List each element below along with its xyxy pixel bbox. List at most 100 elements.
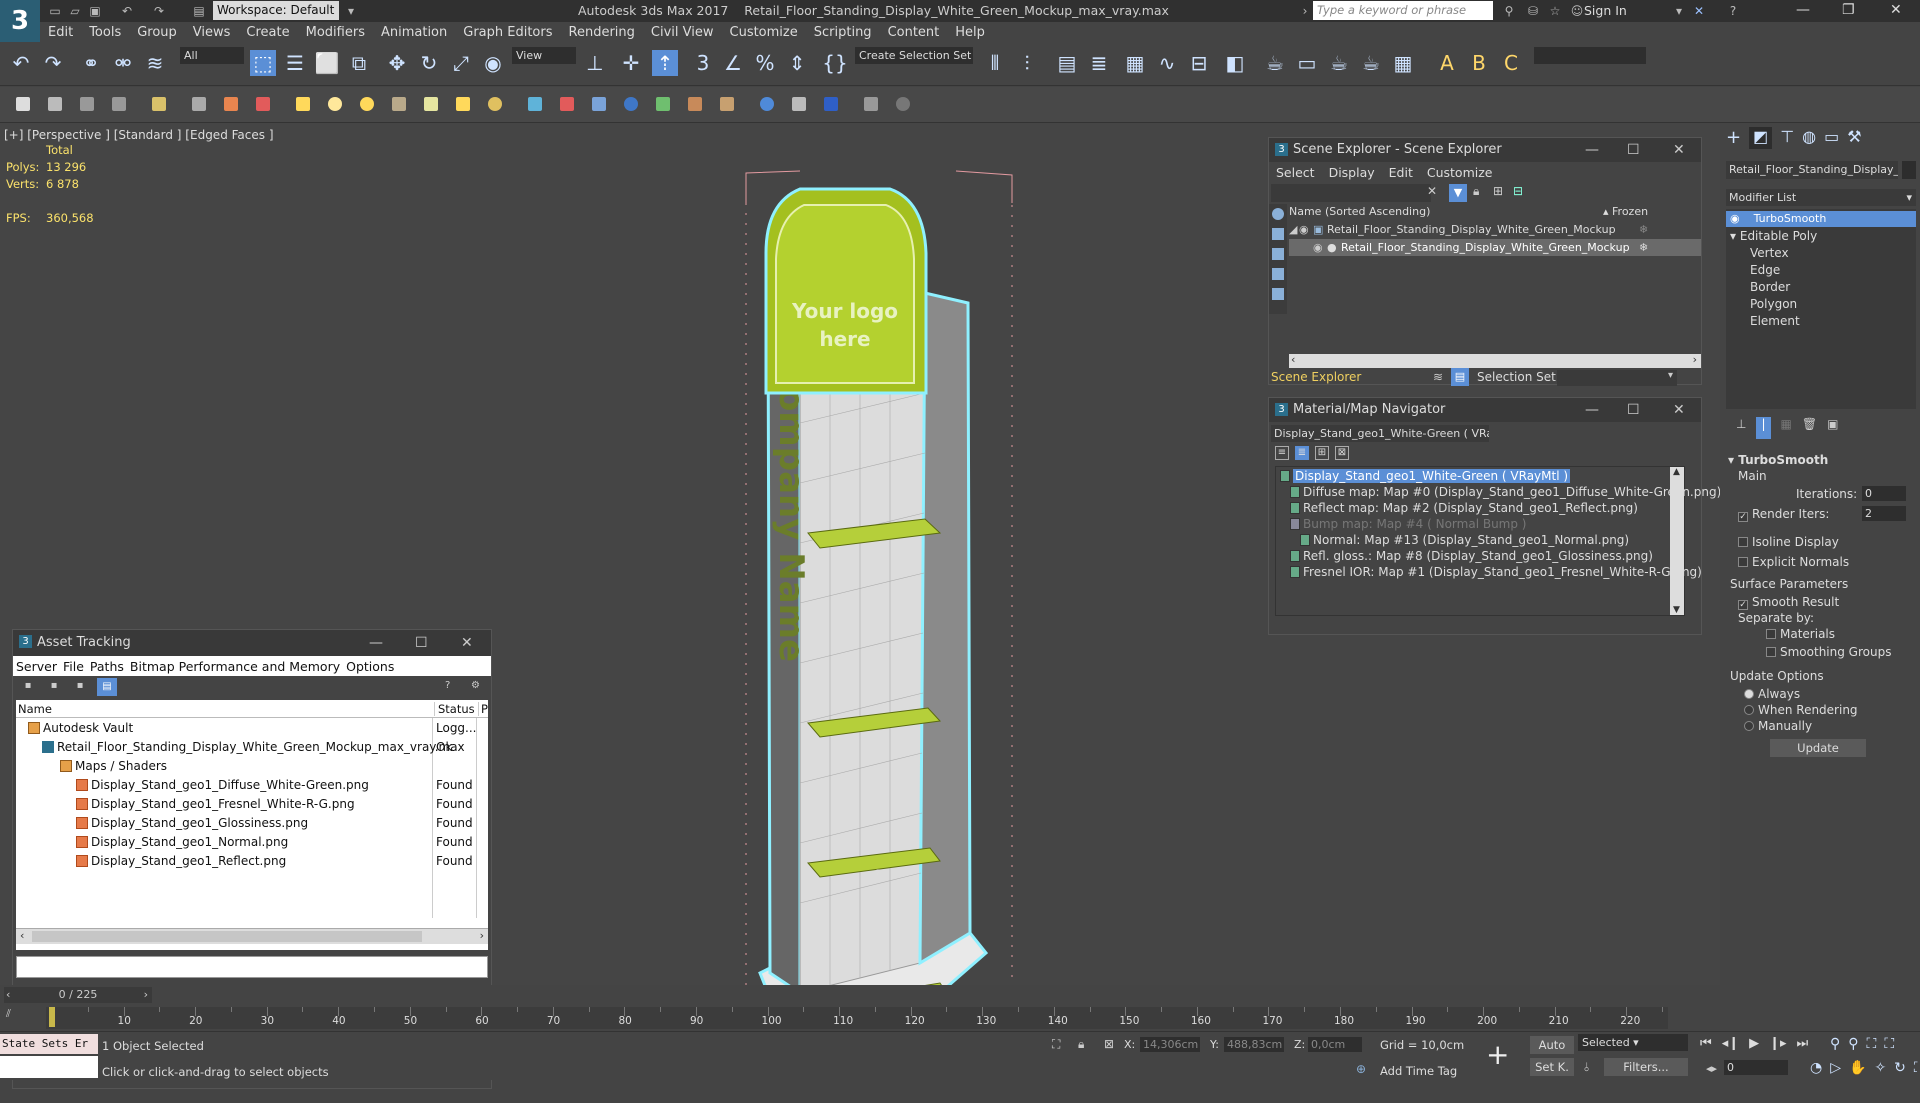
tool-icon-15[interactable]: [488, 97, 502, 111]
smoothing-groups-checkbox[interactable]: Smoothing Groups: [1766, 645, 1891, 659]
maximize-icon[interactable]: ☐: [1627, 138, 1640, 162]
scene-filter-input[interactable]: [1271, 184, 1431, 202]
display-tab-icon[interactable]: ▭: [1824, 127, 1839, 149]
display-light-icon[interactable]: [1272, 248, 1284, 260]
scene-menu-display[interactable]: Display: [1322, 165, 1382, 180]
tool-icon-4[interactable]: [112, 97, 126, 111]
object-mode-icon[interactable]: ▤: [1451, 368, 1469, 386]
menu-animation[interactable]: Animation: [373, 25, 455, 40]
manually-radio[interactable]: Manually: [1744, 719, 1812, 733]
tool-icon-8[interactable]: [256, 97, 270, 111]
maximize-icon[interactable]: ☐: [415, 630, 428, 656]
normal-map-row[interactable]: Normal: Map #13 (Display_Stand_geo1_Norm…: [1300, 533, 1629, 547]
vray-b-icon[interactable]: B: [1466, 50, 1492, 76]
asset-row[interactable]: Display_Stand_geo1_Normal.png: [76, 835, 288, 849]
tool-icon-11[interactable]: [360, 97, 374, 111]
scroll-left-icon[interactable]: ‹: [20, 929, 24, 942]
menu-scripting[interactable]: Scripting: [806, 25, 880, 40]
small-icon-view-icon[interactable]: ⊞: [1315, 446, 1329, 460]
z-coordinate-field[interactable]: 0,0cm: [1308, 1037, 1362, 1052]
tool-icon-10[interactable]: [328, 97, 342, 111]
menu-graph-editors[interactable]: Graph Editors: [455, 25, 560, 40]
display-camera-icon[interactable]: [1272, 268, 1284, 280]
show-end-result-icon[interactable]: |: [1756, 417, 1771, 439]
prev-frame-icon[interactable]: ‹: [6, 987, 10, 1003]
col-status[interactable]: Status: [434, 702, 475, 716]
viewport-label[interactable]: [+] [Perspective ] [Standard ] [Edged Fa…: [4, 128, 274, 142]
menu-rendering[interactable]: Rendering: [561, 25, 643, 40]
scale-icon[interactable]: ⤢: [448, 50, 474, 76]
material-tree-vscrollbar[interactable]: ▲ ▼: [1670, 467, 1684, 615]
asset-settings-icon[interactable]: ⚙: [471, 680, 480, 691]
rotate-icon[interactable]: ↻: [416, 50, 442, 76]
hierarchy-tab-icon[interactable]: ⊤: [1780, 127, 1794, 149]
scroll-right-icon[interactable]: ›: [480, 929, 484, 942]
gloss-map-row[interactable]: Refl. gloss.: Map #8 (Display_Stand_geo1…: [1290, 549, 1653, 563]
open-file-icon[interactable]: ▱: [66, 2, 84, 20]
align-icon[interactable]: ⫶: [1014, 50, 1040, 76]
list-view-icon[interactable]: ≡: [1275, 446, 1289, 460]
unlink-icon[interactable]: ⚮: [110, 50, 136, 76]
link-icon[interactable]: ⚭: [78, 50, 104, 76]
tool-icon-19[interactable]: [624, 97, 638, 111]
tool-icon-12[interactable]: [392, 97, 406, 111]
tool-icon-14[interactable]: [456, 97, 470, 111]
menu-customize[interactable]: Customize: [722, 25, 806, 40]
menu-help[interactable]: Help: [947, 25, 993, 40]
save-icon[interactable]: ▣: [86, 2, 104, 20]
rendered-frame-icon[interactable]: ▭: [1294, 50, 1320, 76]
create-tab-icon[interactable]: +: [1726, 127, 1741, 149]
scroll-thumb[interactable]: [32, 931, 422, 942]
material-root-row[interactable]: Display_Stand_geo1_White-Green ( VRayMtl…: [1280, 469, 1571, 483]
window-crossing-icon[interactable]: ⧉: [346, 50, 372, 76]
search-input[interactable]: Type a keyword or phrase: [1313, 1, 1493, 20]
tool-icon-2[interactable]: [48, 97, 62, 111]
filters-button[interactable]: Filters...: [1604, 1058, 1688, 1076]
visibility-eye-icon[interactable]: ◉: [1299, 223, 1309, 236]
go-to-end-icon[interactable]: ⏭: [1797, 1036, 1809, 1051]
time-config-icon[interactable]: ◔: [1810, 1060, 1822, 1076]
tool-icon-22[interactable]: [720, 97, 734, 111]
curve-editor-icon[interactable]: ∿: [1154, 50, 1180, 76]
explicit-normals-checkbox[interactable]: Explicit Normals: [1738, 555, 1849, 569]
set-key-button[interactable]: Set K.: [1530, 1058, 1574, 1076]
asset-path-field[interactable]: [16, 956, 488, 978]
tool-icon-20[interactable]: [656, 97, 670, 111]
add-time-tag-button[interactable]: Add Time Tag: [1380, 1064, 1457, 1078]
asset-tool-icon-4[interactable]: ▤: [97, 678, 117, 696]
modifier-list-dropdown[interactable]: Modifier List ▾: [1726, 189, 1916, 206]
object-color-swatch[interactable]: [1902, 161, 1916, 179]
asset-tool-icon-3[interactable]: ▪: [73, 680, 87, 694]
undo-icon[interactable]: ↶: [8, 50, 34, 76]
minimize-icon[interactable]: —: [369, 630, 383, 656]
help-icon[interactable]: ?: [1724, 2, 1742, 20]
display-stand-model[interactable]: Company Name Your logo here z: [740, 163, 1030, 1103]
object-name-field[interactable]: Retail_Floor_Standing_Display_Whi: [1726, 161, 1898, 179]
tool-icon-26[interactable]: [864, 97, 878, 111]
reference-coordinate-dropdown[interactable]: View: [512, 47, 576, 64]
subscription-icon[interactable]: ⛁: [1524, 2, 1542, 20]
layers-icon[interactable]: ≋: [1433, 370, 1443, 384]
asset-help-icon[interactable]: ?: [445, 680, 450, 691]
fresnel-map-row[interactable]: Fresnel IOR: Map #1 (Display_Stand_geo1_…: [1290, 565, 1702, 579]
large-icon-view-icon[interactable]: ⊠: [1335, 446, 1349, 460]
smooth-result-checkbox[interactable]: ✓ Smooth Result: [1738, 595, 1839, 610]
stack-polygon[interactable]: Polygon: [1750, 297, 1797, 311]
next-frame-icon[interactable]: ›: [144, 987, 148, 1003]
selection-filter-dropdown[interactable]: All: [180, 47, 244, 64]
extra-dropdown[interactable]: [1534, 47, 1646, 64]
stack-editable-poly[interactable]: ▾ Editable Poly: [1730, 229, 1817, 243]
render-iterative-icon[interactable]: ☕: [1358, 50, 1384, 76]
stack-vertex[interactable]: Vertex: [1750, 246, 1789, 260]
track-bar-toggle-icon[interactable]: ⫽: [6, 1007, 24, 1023]
asset-row[interactable]: Maps / Shaders: [60, 759, 167, 773]
stack-element[interactable]: Element: [1750, 314, 1800, 328]
rectangular-selection-icon[interactable]: ⬜: [314, 50, 340, 76]
mirror-icon[interactable]: ⫴: [982, 50, 1008, 76]
col-frozen-header[interactable]: ▴ Frozen: [1603, 205, 1648, 218]
menu-civil-view[interactable]: Civil View: [643, 25, 722, 40]
key-mode-toggle-icon[interactable]: ◂▸: [1706, 1062, 1717, 1075]
material-editor-icon[interactable]: ◧: [1222, 50, 1248, 76]
tool-icon-5[interactable]: [152, 97, 166, 111]
scene-menu-edit[interactable]: Edit: [1382, 165, 1420, 180]
